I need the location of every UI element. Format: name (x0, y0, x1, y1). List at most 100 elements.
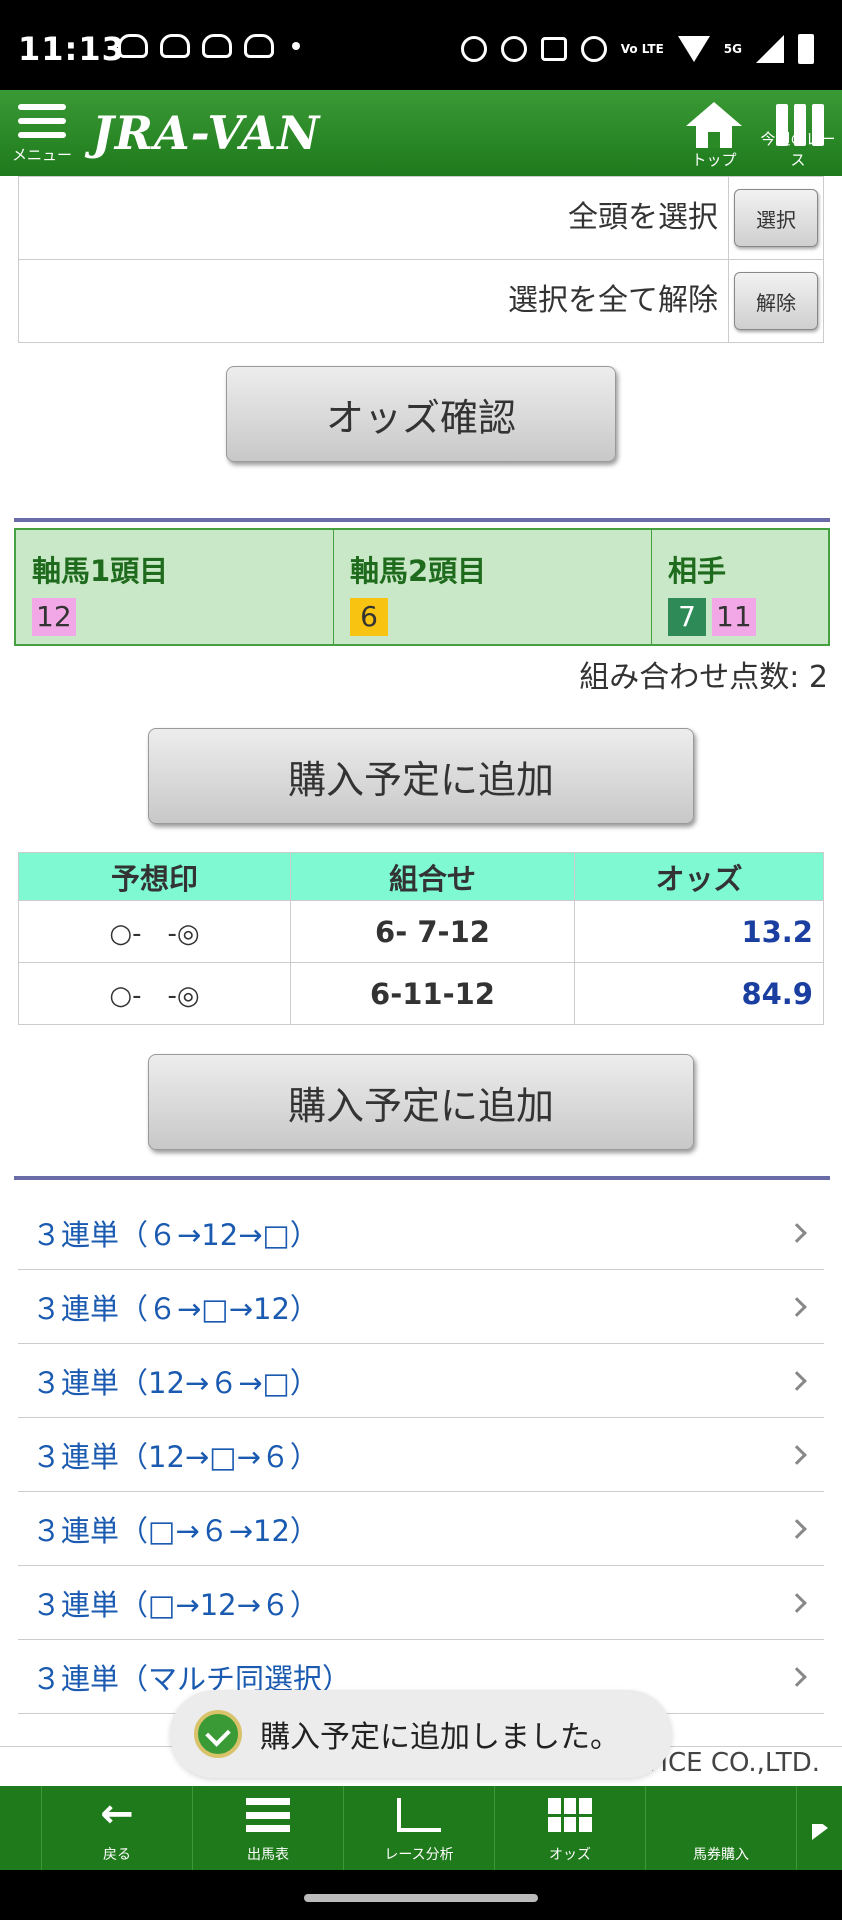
jra-van-logo[interactable]: JRA-VAN (92, 106, 320, 160)
bet-link-label: ３連単（12→□→６） (32, 1439, 319, 1474)
vibrate-icon (540, 37, 567, 61)
prediction-mark: ○- -◎ (18, 962, 291, 1025)
menu-label: メニュー (12, 146, 73, 164)
home-indicator[interactable] (304, 1894, 538, 1902)
nav-label: 戻る (103, 1847, 131, 1863)
combination-count: 組み合わせ点数: 2 (579, 660, 828, 695)
odds-value[interactable]: 84.9 (574, 962, 824, 1025)
bet-link-label: ３連単（12→６→□） (32, 1365, 319, 1400)
home-icon (686, 102, 742, 148)
chart-icon (397, 1798, 441, 1832)
app-icon (194, 1710, 242, 1758)
signal-icon (756, 35, 784, 63)
table-row: ○- -◎ 6-11-12 84.9 (18, 962, 824, 1025)
table-row: ○- -◎ 6- 7-12 13.2 (18, 900, 824, 963)
axis-second-title: 軸馬2頭目 (350, 554, 487, 588)
add-to-plan-button-bottom[interactable]: 購入予定に追加 (148, 1054, 694, 1150)
wifi-icon (677, 36, 710, 62)
chevron-right-icon (787, 1296, 807, 1317)
clear-all-row: 選択を全て解除 解除 (19, 259, 823, 342)
chevron-right-icon (787, 1518, 807, 1539)
back-arrow-icon: ← (100, 1791, 134, 1837)
nav-more-button[interactable] (797, 1786, 842, 1870)
bet-link-label: ３連単（□→６→12） (32, 1513, 319, 1548)
list-item[interactable]: ３連単（12→６→□） (18, 1344, 824, 1418)
bet-link-label: ３連単（□→12→６） (32, 1587, 319, 1622)
chevron-right-icon (787, 1592, 807, 1613)
list-icon (246, 1798, 290, 1832)
menu-button[interactable]: メニュー (12, 100, 72, 172)
chevron-right-icon (787, 1370, 807, 1391)
header-mark: 予想印 (18, 852, 291, 901)
odds-table-header: 予想印 組合せ オッズ (18, 852, 824, 901)
top-button[interactable]: トップ (670, 98, 758, 176)
axis-second-column: 軸馬2頭目 6 (334, 530, 652, 644)
bet-link-label: ３連単（６→12→□） (32, 1217, 319, 1252)
odds-value[interactable]: 13.2 (574, 900, 824, 963)
horse-number-chip: 7 (668, 598, 706, 636)
combination: 6- 7-12 (290, 900, 575, 963)
clock: 11:13 (18, 30, 125, 68)
list-item[interactable]: ３連単（６→□→12） (18, 1270, 824, 1344)
bet-link-label: ３連単（６→□→12） (32, 1291, 319, 1326)
toast-message: 購入予定に追加しました。 (260, 1720, 620, 1755)
select-all-row: 全頭を選択 選択 (19, 176, 823, 259)
battery-icon (798, 34, 814, 64)
data-saver-icon (500, 36, 527, 62)
header-combo: 組合せ (290, 852, 575, 901)
odds-check-button[interactable]: オッズ確認 (226, 366, 616, 462)
horse-number-chip: 12 (32, 598, 76, 636)
axis-first-column: 軸馬1頭目 12 (16, 530, 334, 644)
chevron-right-icon (787, 1222, 807, 1243)
gesture-bar (0, 1870, 842, 1920)
notification-icons (118, 34, 300, 58)
odds-table: 予想印 組合せ オッズ ○- -◎ 6- 7-12 13.2 ○- -◎ 6-1… (18, 852, 824, 1025)
bottom-nav: ← 戻る 出馬表 レース分析 オッズ 馬券購入 (0, 1786, 842, 1870)
add-to-plan-button-top[interactable]: 購入予定に追加 (148, 728, 694, 824)
list-item[interactable]: ３連単（６→12→□） (18, 1196, 824, 1270)
nav-label: オッズ (549, 1847, 591, 1863)
dnd-icon (580, 36, 607, 62)
bet-type-list: ３連単（６→12→□） ３連単（６→□→12） ３連単（12→６→□） ３連単（… (18, 1196, 824, 1714)
this-week-label: 今週のレース (760, 130, 836, 169)
app-notification-icon (244, 34, 274, 58)
chevron-right-icon (787, 1666, 807, 1687)
volte-icon: Vo LTE (620, 42, 664, 56)
nav-race-analysis[interactable]: レース分析 (344, 1786, 495, 1870)
toast: 購入予定に追加しました。 (170, 1690, 672, 1778)
nav-back[interactable]: ← 戻る (42, 1786, 193, 1870)
horse-number-chip: 6 (350, 598, 388, 636)
prediction-mark: ○- -◎ (18, 900, 291, 963)
network-type: 5G (723, 42, 742, 56)
copyright: VICE CO.,LTD. (642, 1748, 820, 1778)
select-all-label: 全頭を選択 (19, 177, 729, 259)
combination: 6-11-12 (290, 962, 575, 1025)
list-item[interactable]: ３連単（□→６→12） (18, 1492, 824, 1566)
nav-label: レース分析 (384, 1847, 454, 1863)
app-notification-icon (160, 34, 190, 58)
nav-label: 出馬表 (247, 1847, 289, 1863)
nav-race-card[interactable]: 出馬表 (193, 1786, 344, 1870)
chevron-right-icon (787, 1444, 807, 1465)
nav-odds[interactable]: オッズ (495, 1786, 646, 1870)
more-notifications-dot (292, 42, 300, 50)
clear-all-button[interactable]: 解除 (734, 272, 818, 330)
selection-table: 全頭を選択 選択 選択を全て解除 解除 (18, 176, 824, 343)
nav-ticket-purchase[interactable]: 馬券購入 (646, 1786, 797, 1870)
select-all-button[interactable]: 選択 (734, 189, 818, 247)
section-divider (14, 1176, 830, 1180)
hamburger-icon (18, 104, 66, 110)
header-odds: オッズ (574, 852, 824, 901)
app-notification-icon (202, 34, 232, 58)
app-notification-icon (118, 34, 148, 58)
list-item[interactable]: ３連単（□→12→６） (18, 1566, 824, 1640)
partner-column: 相手 7 11 (652, 530, 828, 644)
top-label: トップ (691, 151, 737, 169)
axis-first-title: 軸馬1頭目 (32, 554, 169, 588)
status-bar: 11:13 Vo LTE 5G (0, 0, 842, 90)
list-item[interactable]: ３連単（12→□→６） (18, 1418, 824, 1492)
alarm-icon (460, 36, 487, 62)
this-week-races-button[interactable]: 今週のレース (754, 98, 842, 176)
horse-number-chip: 11 (712, 598, 756, 636)
axis-horse-table: 軸馬1頭目 12 軸馬2頭目 6 相手 7 11 (14, 528, 830, 646)
